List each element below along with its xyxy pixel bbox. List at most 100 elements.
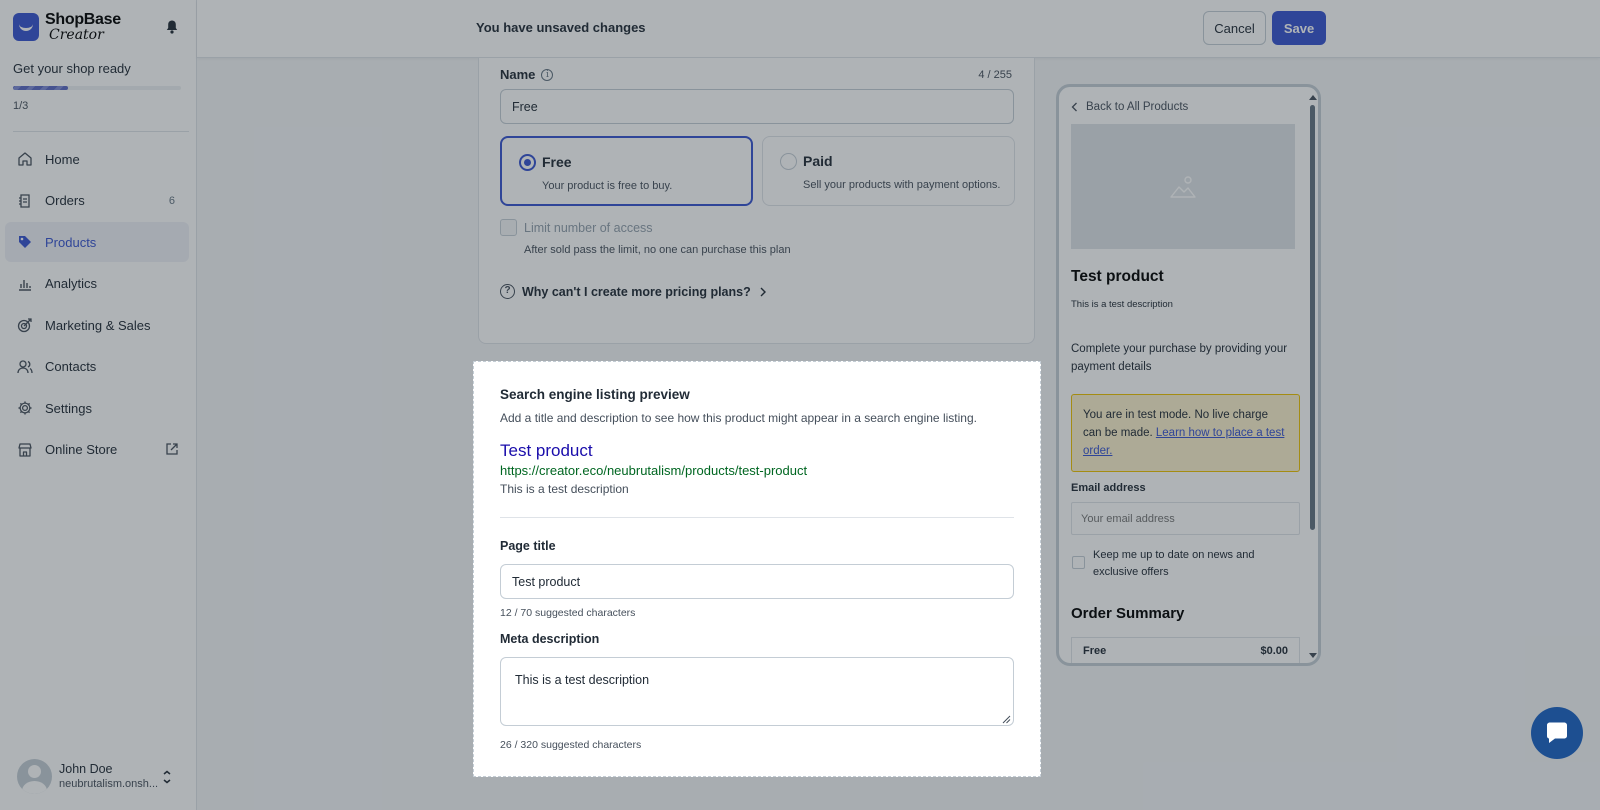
plan-option-free[interactable]: Free Your product is free to buy.: [500, 136, 753, 206]
sidebar-item-label: Analytics: [45, 276, 98, 291]
plan-free-desc: Your product is free to buy.: [542, 180, 673, 192]
sidebar-item-products[interactable]: Products: [5, 222, 189, 262]
sidebar-item-orders[interactable]: Orders 6: [5, 181, 189, 221]
onboarding-progress-fill: [13, 86, 69, 90]
orders-icon: [19, 193, 30, 208]
chat-icon: [1547, 722, 1567, 743]
plan-name-input[interactable]: [500, 89, 1014, 124]
newsletter-label: Keep me up to date on news and exclusive…: [1093, 549, 1255, 579]
info-icon[interactable]: i: [541, 68, 554, 81]
sidebar-item-label: Home: [45, 151, 80, 167]
preview-product-title: Test product: [1071, 268, 1164, 285]
marketing-icon: [17, 318, 32, 333]
unsaved-changes-bar: You have unsaved changes Cancel Save: [197, 0, 1600, 58]
limit-access-checkbox[interactable]: [500, 219, 517, 236]
sidebar-item-marketing[interactable]: Marketing & Sales: [5, 305, 189, 345]
save-button[interactable]: Save: [1272, 11, 1326, 45]
seo-preview-url: https://creator.eco/neubrutalism/product…: [500, 463, 808, 478]
seo-preview-desc: This is a test description: [500, 482, 629, 496]
sidebar-item-label: Settings: [45, 400, 92, 416]
seo-divider: [500, 517, 1014, 518]
user-store: neubrutalism.onsh...: [59, 778, 159, 791]
plan-option-paid[interactable]: Paid Sell your products with payment opt…: [762, 136, 1015, 206]
newsletter-checkbox[interactable]: [1072, 556, 1085, 569]
main-nav: Home Orders 6 Products Analytics Marketi…: [5, 139, 189, 471]
scroll-down-icon[interactable]: [1309, 653, 1317, 658]
preview-scrollbar[interactable]: [1309, 95, 1317, 659]
test-mode-notice: You are in test mode. No live charge can…: [1071, 394, 1300, 472]
chevron-up-down-icon[interactable]: [162, 770, 172, 784]
order-item-price: $0.00: [1260, 644, 1288, 657]
store-icon: [18, 442, 32, 457]
sidebar-item-label: Online Store: [45, 442, 118, 457]
sidebar-item-label: Products: [45, 234, 97, 250]
name-char-count: 4 / 255: [978, 69, 1012, 81]
name-label: Name: [500, 67, 536, 82]
contacts-icon: [17, 359, 33, 373]
scrollbar-thumb[interactable]: [1310, 105, 1315, 530]
sidebar-item-settings[interactable]: Settings: [5, 388, 189, 428]
pricing-plans-help-link[interactable]: ? Why can't I create more pricing plans?: [500, 284, 768, 299]
brand-name: ShopBase: [45, 11, 121, 28]
plan-free-radio[interactable]: [519, 154, 536, 171]
tag-icon: [19, 236, 31, 248]
chevron-left-icon: [1071, 102, 1077, 112]
sidebar-item-contacts[interactable]: Contacts: [5, 347, 189, 387]
limit-access-label: Limit number of access: [524, 221, 653, 235]
back-to-products-link[interactable]: Back to All Products: [1071, 101, 1188, 113]
sidebar-item-home[interactable]: Home: [5, 139, 189, 179]
preview-instructions: Complete your purchase by providing your…: [1071, 343, 1288, 373]
preview-product-desc: This is a test description: [1071, 299, 1173, 310]
plan-paid-radio[interactable]: [780, 153, 797, 170]
sidebar-divider: [13, 131, 189, 132]
brand-subname: Creator: [49, 27, 104, 43]
chevron-right-icon: [760, 287, 766, 296]
scroll-up-icon[interactable]: [1309, 95, 1317, 100]
external-link-icon[interactable]: [165, 442, 179, 456]
order-summary-title: Order Summary: [1071, 605, 1185, 622]
plan-paid-desc: Sell your products with payment options.: [803, 179, 1001, 191]
cancel-button[interactable]: Cancel: [1203, 11, 1266, 45]
seo-section-title: Search engine listing preview: [500, 387, 690, 402]
home-icon: [18, 152, 32, 166]
meta-description-input[interactable]: This is a test description: [500, 657, 1014, 726]
page-title-label: Page title: [500, 539, 556, 553]
plan-paid-title: Paid: [803, 153, 833, 169]
question-icon: ?: [500, 284, 515, 299]
sidebar-item-online-store[interactable]: Online Store: [5, 430, 189, 470]
onboarding-title[interactable]: Get your shop ready: [13, 61, 131, 76]
image-placeholder-icon: [1170, 175, 1196, 198]
seo-section-subtitle: Add a title and description to see how t…: [500, 411, 977, 425]
back-to-products-text: Back to All Products: [1086, 101, 1189, 113]
resize-handle-icon[interactable]: [1001, 714, 1011, 724]
avatar: [17, 759, 52, 794]
unsaved-changes-message: You have unsaved changes: [476, 20, 646, 35]
sidebar-item-label: Contacts: [45, 359, 97, 374]
sidebar: ShopBase Creator Get your shop ready 1/3…: [0, 0, 197, 810]
brand-logo[interactable]: ShopBase Creator: [13, 12, 121, 42]
page-title-help: 12 / 70 suggested characters: [500, 607, 636, 619]
meta-description-help: 26 / 320 suggested characters: [500, 739, 642, 751]
user-name: John Doe: [59, 762, 113, 777]
notification-bell-icon[interactable]: [166, 20, 178, 34]
limit-access-help: After sold pass the limit, no one can pu…: [524, 244, 791, 256]
product-image-placeholder: [1071, 124, 1295, 249]
sidebar-item-label: Marketing & Sales: [45, 317, 151, 333]
sidebar-item-analytics[interactable]: Analytics: [5, 264, 189, 304]
orders-count-badge: 6: [168, 194, 175, 207]
pricing-plan-card: Name i 4 / 255 Free Your product is free…: [478, 58, 1035, 344]
order-summary-row: Free $0.00: [1071, 637, 1300, 663]
plan-free-title: Free: [542, 154, 572, 170]
email-label: Email address: [1071, 482, 1146, 494]
pricing-plans-help-text: Why can't I create more pricing plans?: [522, 284, 751, 299]
order-item-name: Free: [1083, 644, 1107, 657]
shopbase-logo-icon: [13, 13, 39, 41]
page-title-input[interactable]: [500, 564, 1014, 599]
seo-listing-card: Search engine listing preview Add a titl…: [473, 361, 1041, 777]
seo-preview-title: Test product: [500, 441, 593, 460]
user-account[interactable]: John Doe neubrutalism.onsh...: [17, 759, 158, 794]
sidebar-item-label: Orders: [45, 193, 85, 208]
gear-icon: [18, 401, 32, 415]
chat-support-button[interactable]: [1531, 707, 1583, 759]
email-input[interactable]: [1071, 502, 1300, 535]
